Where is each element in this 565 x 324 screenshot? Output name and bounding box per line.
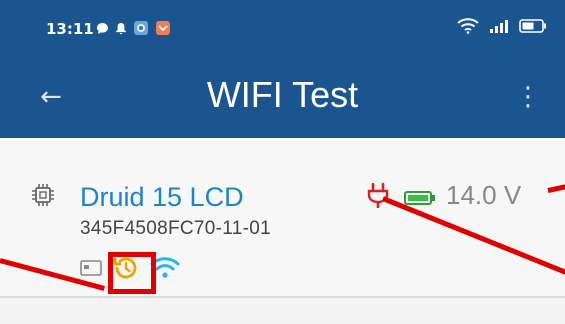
status-icons-left [96, 20, 171, 36]
wifi-icon [457, 18, 479, 34]
device-id: 345F4508FC70-11-01 [80, 218, 271, 239]
signal-icon [490, 20, 508, 33]
voltage-reading: 14.0 V [446, 180, 522, 210]
plug-icon [367, 182, 389, 208]
history-highlight-box [108, 252, 156, 294]
app-icon [134, 21, 148, 35]
page-title: WIFI Test [206, 74, 359, 115]
device-card[interactable]: Druid 15 LCD 345F4508FC70-11-01 14.0 V [0, 138, 565, 298]
bell-icon [116, 22, 126, 34]
card-icon [80, 260, 102, 276]
chat-bubble-icon [97, 22, 108, 34]
battery-icon [519, 19, 546, 33]
battery-icon [404, 191, 435, 205]
overflow-menu-icon[interactable]: ⋮ [515, 82, 541, 112]
device-name: Druid 15 LCD [80, 182, 244, 212]
status-bar: 13:11 [0, 0, 565, 60]
shield-icon [156, 21, 170, 35]
status-icons-right [457, 18, 547, 34]
status-time: 13:11 [46, 20, 94, 38]
divider [0, 296, 565, 298]
app-bar: ← WIFI Test ⋮ [0, 60, 565, 138]
chip-icon [32, 184, 54, 206]
